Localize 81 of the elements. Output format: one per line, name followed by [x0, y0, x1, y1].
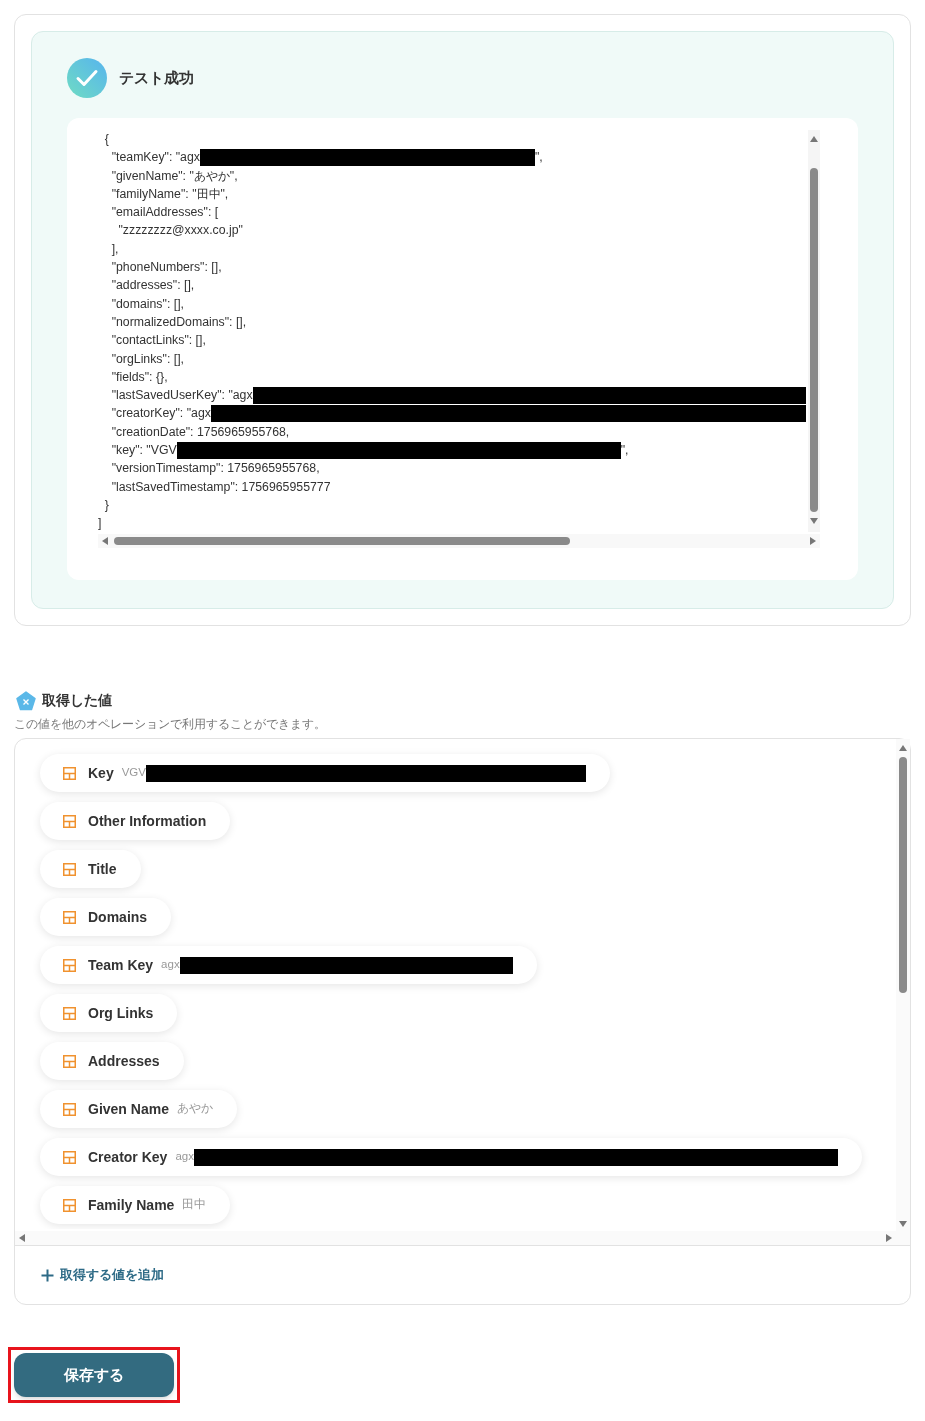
table-icon [63, 766, 76, 780]
table-icon [63, 1198, 76, 1212]
value-chip[interactable]: Team Key agx [40, 946, 537, 984]
value-chip[interactable]: Domains [40, 898, 172, 936]
code-line: "emailAddresses": [ [110, 204, 219, 222]
code-line: } [103, 496, 109, 514]
table-icon [63, 1006, 76, 1020]
value-label: Key [88, 763, 114, 783]
code-line: "phoneNumbers": [], [110, 259, 222, 277]
code-line: { [103, 131, 109, 148]
result-title: テスト成功 [119, 67, 194, 88]
table-icon [63, 1054, 76, 1068]
code-line: "versionTimestamp": 1756965955768, [110, 460, 320, 478]
code-line: "lastSavedTimestamp": 1756965955777 [110, 478, 331, 496]
value-label: Domains [88, 907, 148, 927]
value-chip[interactable]: Other Information [40, 802, 231, 840]
table-icon [63, 958, 76, 972]
code-line: "domains": [], [110, 295, 184, 313]
code-line: "normalizedDomains": [], [110, 313, 247, 331]
code-line: "fields": {}, [110, 368, 168, 386]
scroll-up-icon[interactable] [810, 136, 818, 142]
value-label: Addresses [88, 1051, 160, 1071]
value-chip[interactable]: Title [40, 850, 141, 888]
horizontal-scrollbar[interactable] [15, 1231, 910, 1245]
code-line: ", [534, 149, 543, 167]
code-line: "familyName": "田中", [110, 185, 229, 203]
scroll-left-icon[interactable] [102, 537, 108, 545]
variable-icon [16, 690, 36, 711]
value-chip[interactable]: Key VGV [40, 754, 610, 792]
code-line: "orgLinks": [], [110, 350, 184, 368]
check-circle-icon [67, 58, 107, 98]
value-label: Other Information [88, 811, 207, 831]
value-label: Family Name [88, 1195, 175, 1215]
value-text: あやか [176, 1101, 213, 1117]
code-line: "givenName": "あやか", [110, 167, 238, 185]
scrollbar-thumb[interactable] [810, 168, 818, 512]
vertical-scrollbar[interactable] [808, 130, 820, 532]
table-icon [63, 910, 76, 924]
value-chip[interactable]: Org Links [40, 994, 178, 1032]
value-text: 田中 [182, 1197, 207, 1213]
section-title: 取得した値 [42, 691, 112, 710]
value-label: Given Name [88, 1099, 169, 1119]
code-line: "teamKey": "agx [110, 149, 200, 167]
value-label: Org Links [88, 1003, 154, 1023]
code-line: ], [110, 240, 119, 258]
value-text: agx [161, 957, 180, 973]
code-line: "contactLinks": [], [110, 332, 206, 350]
value-text: agx [175, 1149, 194, 1165]
scroll-right-icon[interactable] [810, 537, 816, 545]
code-line: "zzzzzzzz@xxxx.co.jp" [117, 222, 243, 240]
scroll-right-icon[interactable] [886, 1234, 892, 1242]
table-icon [63, 1102, 76, 1116]
code-line: ] [98, 515, 102, 532]
table-icon [63, 862, 76, 876]
value-chip[interactable]: Creator Key agx [40, 1138, 862, 1176]
value-chip[interactable]: Given Name あやか [40, 1090, 237, 1128]
section-description: この値を他のオペレーションで利用することができます。 [14, 717, 327, 732]
vertical-scrollbar[interactable] [896, 739, 910, 1231]
scrollbar-thumb[interactable] [899, 757, 907, 993]
scroll-down-icon[interactable] [810, 518, 818, 524]
value-chip[interactable]: Addresses [40, 1042, 184, 1080]
value-chip[interactable]: Family Name 田中 [40, 1186, 231, 1224]
scroll-up-icon[interactable] [899, 745, 907, 751]
horizontal-scrollbar[interactable] [98, 534, 820, 548]
scrollbar-thumb[interactable] [114, 537, 570, 545]
table-icon [63, 1150, 76, 1164]
value-text: VGV [121, 765, 146, 781]
plus-icon [41, 1268, 54, 1282]
code-line: "addresses": [], [110, 277, 195, 295]
code-line: "key": "VGV [110, 442, 177, 460]
code-line: "creatorKey": "agx [110, 405, 211, 423]
save-button[interactable]: 保存する [14, 1353, 174, 1397]
table-icon [63, 814, 76, 828]
scroll-left-icon[interactable] [19, 1234, 25, 1242]
code-line: ", [620, 442, 629, 460]
add-value-link[interactable]: 取得する値を追加 [41, 1265, 164, 1285]
value-label: Title [88, 859, 117, 879]
code-line: "creationDate": 1756965955768, [110, 423, 290, 441]
code-line: "lastSavedUserKey": "agx [110, 387, 253, 405]
value-label: Team Key [88, 955, 154, 975]
value-label: Creator Key [88, 1147, 168, 1167]
